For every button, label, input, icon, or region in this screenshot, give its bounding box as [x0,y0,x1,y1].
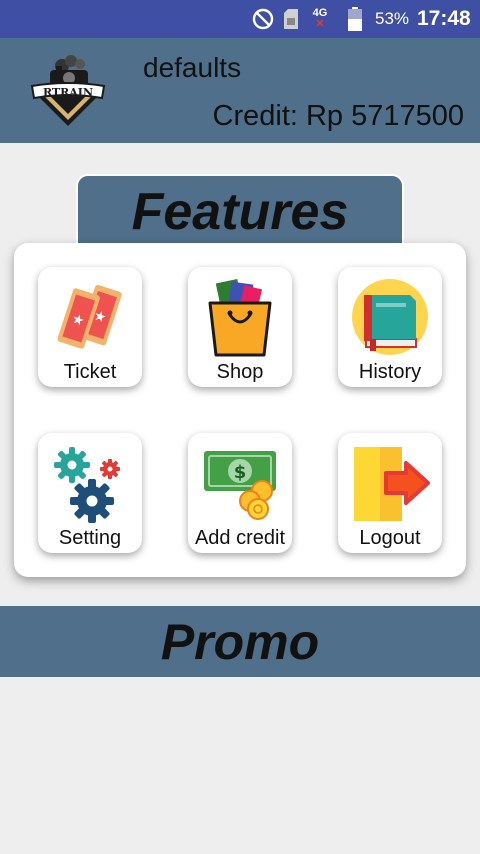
features-card: ★ ★ Ticket Shop History Setting $ Add cr… [14,243,466,577]
add-credit-button[interactable]: $ Add credit [188,433,292,553]
logout-label: Logout [359,527,421,549]
status-bar: 4G ✕ 53% 17:48 [0,0,480,38]
add-credit-label: Add credit [194,527,286,549]
history-button[interactable]: History [338,267,442,387]
promo-title: Promo [160,613,320,670]
ticket-button[interactable]: ★ ★ Ticket [38,267,142,387]
do-not-disturb-icon [252,0,274,38]
rtrain-logo: RTRAIN [28,52,108,128]
no-signal-icon: ✕ [315,18,325,30]
shop-label: Shop [216,361,264,383]
username: defaults [143,52,242,83]
setting-button[interactable]: Setting [38,433,142,553]
credit-value: Rp 5717500 [305,100,464,132]
svg-text:$: $ [234,462,247,483]
battery-icon [346,0,364,38]
logout-button[interactable]: Logout [338,433,442,553]
gears-icon [50,443,130,523]
battery-percent: 53% [375,9,410,28]
credit-label: Credit: [212,100,298,132]
ticket-label: Ticket [63,361,117,383]
clock: 17:48 [417,7,471,30]
promo-section: Promo [0,606,480,677]
app-header: RTRAIN defaults Credit: Rp 5717500 [0,38,480,143]
network-indicator: 4G ✕ [308,0,332,38]
features-title-tab: Features [76,174,404,246]
sim-card-icon [283,0,299,38]
shop-button[interactable]: Shop [188,267,292,387]
book-icon [350,277,430,357]
features-title: Features [131,183,349,241]
ticket-icon: ★ ★ [50,277,130,357]
logo-text: RTRAIN [43,86,93,99]
history-label: History [358,361,422,383]
logout-icon [350,443,430,523]
shopping-bag-icon [200,277,280,357]
credit-balance: Credit: Rp 5717500 [213,100,464,133]
setting-label: Setting [58,527,122,549]
money-icon: $ [200,443,280,523]
